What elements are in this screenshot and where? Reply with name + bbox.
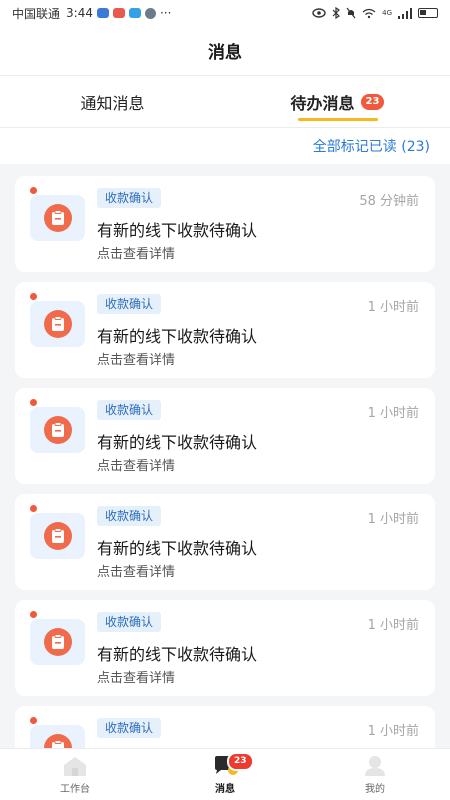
tabbar-label: 我的	[365, 783, 385, 795]
category-tag: 收款确认	[97, 188, 162, 208]
tab-label: 通知消息	[80, 93, 145, 113]
tabbar-label: 消息	[215, 783, 235, 795]
wifi-icon	[362, 8, 376, 18]
tabbar-item-workbench[interactable]: 工作台	[0, 749, 150, 800]
message-title: 有新的线下收款待确认	[97, 433, 258, 452]
payment-icon-box	[30, 407, 85, 453]
message-time: 1 小时前	[367, 618, 419, 633]
clipboard-icon	[43, 522, 72, 550]
person-icon	[365, 755, 385, 776]
category-tag: 收款确认	[97, 400, 162, 420]
message-time: 1 小时前	[367, 512, 419, 527]
message-subtitle: 点击查看详情	[97, 247, 176, 262]
active-tab-indicator	[297, 118, 378, 121]
page-title: 消息	[208, 43, 242, 63]
unread-dot	[30, 293, 37, 300]
payment-icon-box	[30, 619, 85, 665]
category-tag: 收款确认	[97, 718, 162, 738]
clipboard-icon	[43, 628, 72, 656]
tab-todo[interactable]: 待办消息 23	[225, 76, 450, 127]
message-card[interactable]: 收款确认 1 小时前有新的线下收款待确认点击查看详情	[15, 282, 435, 378]
payment-icon-box	[30, 301, 85, 347]
status-right: 4G	[312, 7, 438, 19]
category-tag: 收款确认	[97, 612, 162, 632]
message-subtitle: 点击查看详情	[97, 353, 176, 368]
tabbar-item-profile[interactable]: 我的	[300, 749, 450, 800]
tabbar-item-messages[interactable]: 23 消息	[150, 749, 300, 800]
mark-all-read-link[interactable]: 全部标记已读 (23)	[313, 136, 430, 156]
more-notifications-icon: ···	[159, 6, 172, 20]
app-notification-icon	[96, 8, 109, 18]
payment-icon-box	[30, 195, 85, 241]
message-subtitle: 点击查看详情	[97, 671, 176, 686]
messages-count-badge: 23	[227, 752, 254, 771]
unread-dot	[30, 505, 37, 512]
message-title: 有新的线下收款待确认	[97, 645, 258, 664]
message-tabs: 通知消息 待办消息 23	[0, 76, 450, 128]
clipboard-icon	[43, 416, 72, 444]
message-title: 有新的线下收款待确认	[97, 539, 258, 558]
home-icon	[64, 756, 86, 776]
tab-label: 待办消息	[290, 93, 355, 113]
nav-bar: 消息	[0, 26, 450, 76]
category-tag: 收款确认	[97, 294, 162, 314]
app-notification-icon	[128, 8, 141, 18]
unread-dot	[30, 611, 37, 618]
category-tag: 收款确认	[97, 506, 162, 526]
bottom-tab-bar: 工作台 23 消息 我的	[0, 748, 450, 800]
message-subtitle: 点击查看详情	[97, 565, 176, 580]
payment-icon-box	[30, 513, 85, 559]
unread-dot	[30, 399, 37, 406]
message-card[interactable]: 收款确认 1 小时前有新的线下收款待确认点击查看详情	[15, 388, 435, 484]
mute-bell-icon	[346, 7, 356, 19]
network-type: 4G	[382, 8, 392, 17]
clipboard-icon	[43, 204, 72, 232]
signal-icon	[398, 7, 412, 19]
status-bar: 中国联通 3:44 ··· 4G	[0, 0, 450, 26]
message-card[interactable]: 收款确认 1 小时前有新的线下收款待确认点击查看详情	[15, 600, 435, 696]
unread-dot	[30, 717, 37, 724]
message-subtitle: 点击查看详情	[97, 459, 176, 474]
message-card[interactable]: 收款确认 58 分钟前有新的线下收款待确认点击查看详情	[15, 176, 435, 272]
battery-icon	[418, 8, 438, 18]
message-time: 1 小时前	[367, 724, 419, 739]
message-title: 有新的线下收款待确认	[97, 221, 258, 240]
bluetooth-icon	[332, 7, 341, 19]
todo-count-badge: 23	[360, 93, 385, 110]
tab-notifications[interactable]: 通知消息	[0, 76, 225, 127]
message-time: 1 小时前	[367, 300, 419, 315]
carrier-text: 中国联通	[12, 6, 61, 21]
message-time: 1 小时前	[367, 406, 419, 421]
mark-all-row: 全部标记已读 (23)	[0, 128, 450, 164]
message-list: 收款确认 58 分钟前 有新的线下收款待确认 点击查看详情 收款确认 1 小时前 有新的线下…	[15, 176, 435, 800]
eye-icon	[312, 8, 326, 18]
app-notification-icon	[112, 8, 125, 18]
message-time: 58 分钟前	[359, 194, 419, 209]
tabbar-label: 工作台	[60, 783, 90, 795]
message-title: 有新的线下收款待确认	[97, 327, 258, 346]
unread-dot	[30, 187, 37, 194]
status-left: 中国联通 3:44 ···	[12, 5, 171, 22]
clipboard-icon	[43, 310, 72, 338]
clock-time: 3:44	[66, 6, 93, 20]
app-notification-icon	[144, 7, 156, 19]
message-card[interactable]: 收款确认 1 小时前有新的线下收款待确认点击查看详情	[15, 494, 435, 590]
